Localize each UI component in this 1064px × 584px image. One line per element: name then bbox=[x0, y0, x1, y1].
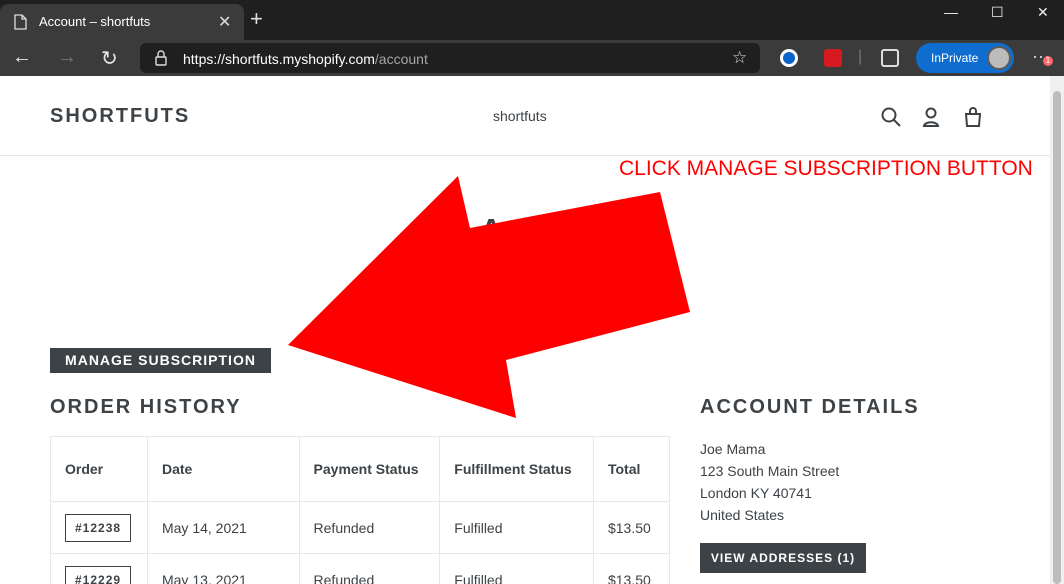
tab-title: Account – shortfuts bbox=[39, 14, 151, 29]
order-link[interactable]: #12229 bbox=[65, 565, 132, 584]
password-icon[interactable] bbox=[780, 49, 798, 67]
column-header-total: Total bbox=[592, 436, 671, 502]
browser-tab[interactable]: Account – shortfuts ✕ bbox=[0, 4, 244, 40]
back-icon[interactable]: ← bbox=[12, 46, 32, 69]
document-icon bbox=[14, 14, 27, 30]
search-icon[interactable] bbox=[880, 106, 902, 128]
lock-icon bbox=[155, 50, 167, 66]
refresh-icon[interactable]: ↻ bbox=[101, 46, 118, 71]
order-date: May 14, 2021 bbox=[146, 501, 300, 554]
account-details-title: ACCOUNT DETAILS bbox=[700, 396, 920, 418]
column-header-date: Date bbox=[146, 436, 300, 502]
payment-status: Refunded bbox=[298, 501, 441, 554]
collections-icon[interactable] bbox=[881, 49, 899, 67]
column-header-fulfillment-status: Fulfillment Status bbox=[439, 436, 594, 502]
table-row: #12238 May 14, 2021 Refunded Fulfilled $… bbox=[50, 501, 671, 554]
order-total: $13.50 bbox=[592, 553, 671, 584]
url-path: /account bbox=[374, 51, 428, 67]
browser-toolbar: ← → ↻ https://shortfuts.myshopify.com/ac… bbox=[0, 40, 1064, 76]
annotation-text: CLICK MANAGE SUBSCRIPTION BUTTON bbox=[619, 157, 1033, 180]
city-state-zip: London KY 40741 bbox=[700, 485, 812, 501]
fulfillment-status: Fulfilled bbox=[439, 553, 594, 584]
manage-subscription-button[interactable]: MANAGE SUBSCRIPTION bbox=[50, 348, 271, 373]
store-logo[interactable]: SHORTFUTS bbox=[50, 105, 190, 128]
order-link[interactable]: #12238 bbox=[65, 513, 132, 542]
view-addresses-button[interactable]: VIEW ADDRESSES (1) bbox=[700, 543, 866, 573]
column-header-payment-status: Payment Status bbox=[298, 436, 441, 502]
favorite-icon[interactable]: ☆ bbox=[732, 48, 747, 68]
order-total: $13.50 bbox=[592, 501, 671, 554]
cart-icon[interactable] bbox=[962, 106, 984, 128]
nav-link-shortfuts[interactable]: shortfuts bbox=[493, 108, 547, 124]
page-title: Account bbox=[480, 212, 611, 247]
payment-status: Refunded bbox=[298, 553, 441, 584]
new-tab-icon[interactable]: + bbox=[250, 6, 263, 32]
account-icon[interactable] bbox=[920, 106, 942, 128]
country: United States bbox=[700, 507, 785, 523]
web-page: SHORTFUTS shortfuts Account MANAGE SUBSC… bbox=[0, 76, 1050, 584]
minimize-icon[interactable]: — bbox=[944, 4, 958, 20]
window-close-icon[interactable]: ✕ bbox=[1037, 4, 1049, 21]
address-bar[interactable]: https://shortfuts.myshopify.com/account … bbox=[140, 43, 760, 73]
order-history-title: ORDER HISTORY bbox=[50, 396, 242, 418]
street-address: 123 South Main Street bbox=[700, 463, 840, 479]
inprivate-label: InPrivate bbox=[931, 51, 979, 65]
url-domain: https://shortfuts.myshopify.com bbox=[183, 51, 375, 67]
close-icon[interactable]: ✕ bbox=[218, 12, 231, 32]
avatar bbox=[987, 46, 1011, 70]
fulfillment-status: Fulfilled bbox=[439, 501, 594, 554]
browser-titlebar: Account – shortfuts ✕ + — ☐ ✕ bbox=[0, 0, 1064, 40]
scrollbar[interactable] bbox=[1050, 76, 1064, 584]
extension-icon[interactable] bbox=[824, 49, 842, 67]
customer-name: Joe Mama bbox=[700, 441, 766, 457]
inprivate-button[interactable]: InPrivate bbox=[916, 43, 1014, 73]
url-text[interactable]: https://shortfuts.myshopify.com/account bbox=[183, 51, 428, 67]
order-date: May 13, 2021 bbox=[146, 553, 300, 584]
scrollbar-thumb[interactable] bbox=[1053, 91, 1061, 584]
account-address: Joe Mama 123 South Main Street London KY… bbox=[700, 438, 839, 526]
table-row: #12229 May 13, 2021 Refunded Fulfilled $… bbox=[50, 553, 671, 584]
store-header: SHORTFUTS shortfuts bbox=[0, 76, 1050, 156]
column-header-order: Order bbox=[50, 436, 148, 502]
order-history-table: Order Date Payment Status Fulfillment St… bbox=[50, 436, 671, 584]
forward-icon[interactable]: → bbox=[57, 46, 77, 69]
maximize-icon[interactable]: ☐ bbox=[991, 4, 1004, 21]
toolbar-divider: | bbox=[858, 48, 863, 65]
notification-badge: 1 bbox=[1043, 56, 1053, 66]
